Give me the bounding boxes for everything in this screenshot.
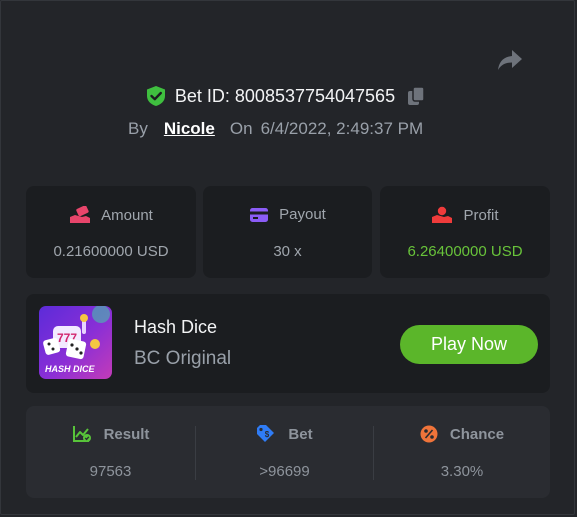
amount-label: Amount (101, 206, 153, 224)
profit-value: 6.26400000 USD (407, 243, 523, 260)
by-label: By (128, 119, 148, 138)
share-button[interactable] (495, 46, 525, 74)
thumbnail-caption: HASH DICE (45, 364, 96, 374)
verified-shield-icon (146, 85, 166, 107)
bet-id-row: Bet ID: 8008537754047565 (0, 83, 577, 109)
share-icon (498, 50, 522, 70)
chance-label: Chance (449, 425, 505, 443)
bet-datetime: 6/4/2022, 2:49:37 PM (260, 119, 424, 138)
bet-column: $ Bet >96699 (196, 406, 373, 498)
result-value: 97563 (89, 463, 132, 480)
chance-column: Chance 3.30% (374, 406, 550, 498)
amount-card: Amount 0.21600000 USD (26, 186, 196, 278)
profit-hand-icon (431, 206, 453, 224)
result-card: Result 97563 $ Bet >96699 Chance 3.30% (26, 406, 550, 498)
profit-card: Profit 6.26400000 USD (380, 186, 550, 278)
payout-card: Payout 30 x (203, 186, 372, 278)
percent-icon (420, 425, 438, 443)
bet-value: >96699 (259, 463, 310, 480)
profit-label: Profit (463, 206, 499, 224)
payout-value: 30 x (273, 243, 302, 260)
bet-tag-icon: $ (256, 425, 276, 443)
result-label: Result (103, 425, 150, 443)
on-label: On (229, 119, 253, 138)
amount-value: 0.21600000 USD (53, 243, 169, 260)
copy-button[interactable] (407, 86, 425, 106)
bet-id-text: Bet ID: 8008537754047565 (174, 85, 396, 106)
game-card: 777 HASH DICE Hash Dice BC Original Play… (26, 294, 550, 393)
play-now-button[interactable]: Play Now (400, 325, 538, 364)
card-icon (249, 207, 269, 223)
username-link[interactable]: Nicole (164, 119, 215, 139)
bet-label: Bet (288, 425, 313, 443)
money-hand-icon (69, 206, 91, 224)
chance-value: 3.30% (440, 463, 484, 480)
svg-text:$: $ (265, 430, 270, 439)
game-thumbnail[interactable]: 777 HASH DICE (39, 306, 112, 379)
copy-icon (408, 86, 425, 105)
result-column: Result 97563 (26, 406, 195, 498)
payout-label: Payout (279, 206, 326, 223)
game-subtitle: BC Original (134, 348, 232, 369)
bet-meta-row: By Nicole On 6/4/2022, 2:49:37 PM (128, 117, 423, 141)
game-name: Hash Dice (134, 317, 218, 337)
result-chart-icon (72, 425, 92, 443)
